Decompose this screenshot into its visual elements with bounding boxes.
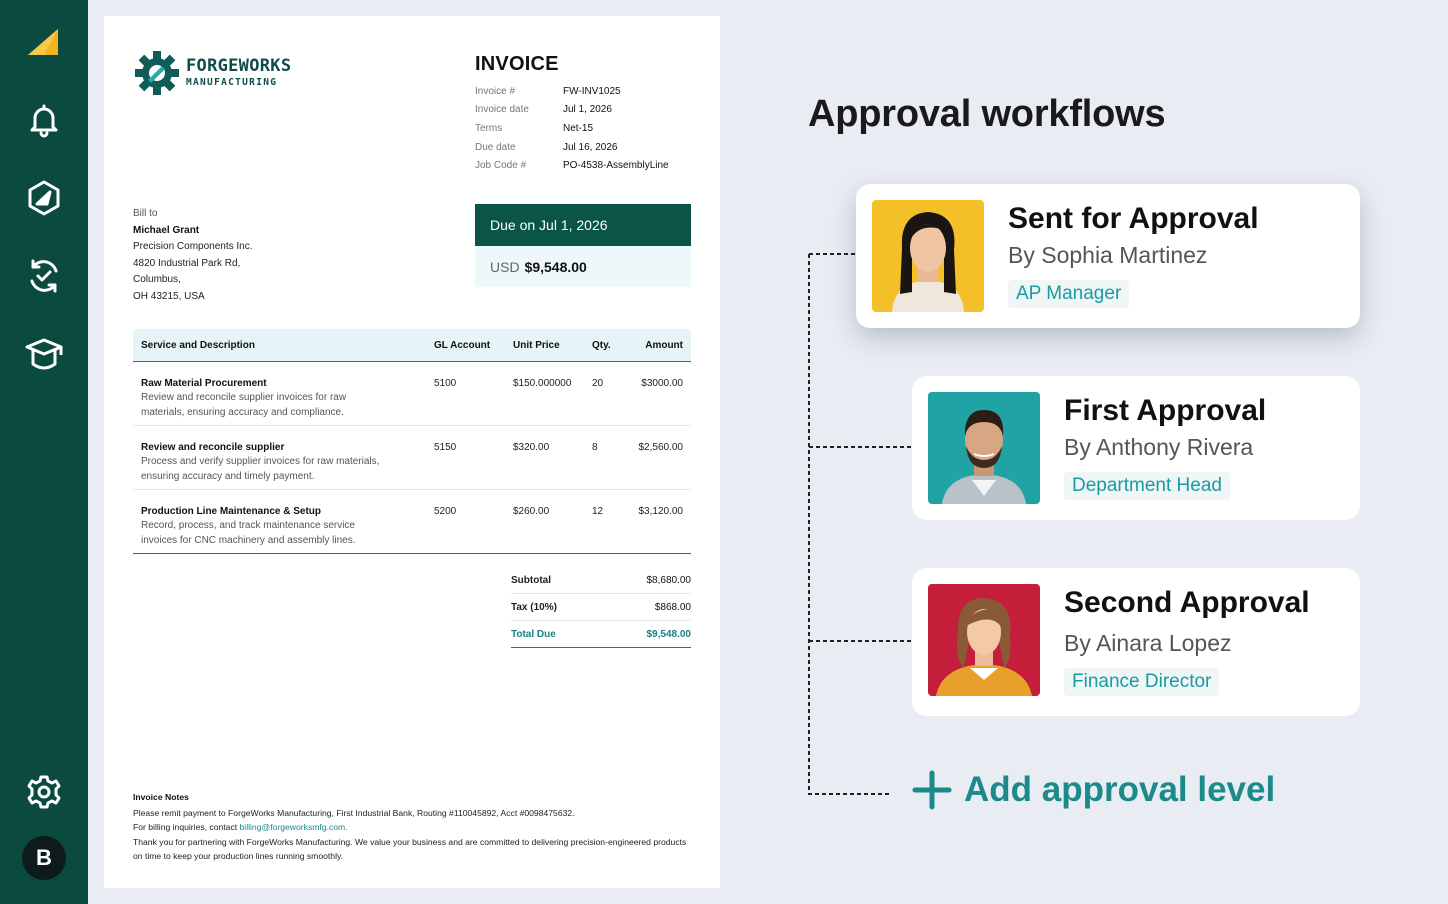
step-title: Sent for Approval — [1008, 202, 1259, 235]
step-role-badge: Finance Director — [1064, 668, 1220, 696]
step-title: Second Approval — [1064, 586, 1310, 619]
add-approval-level-label: Add approval level — [964, 770, 1276, 809]
approval-step-second[interactable]: Second Approval By Ainara Lopez Finance … — [912, 568, 1360, 716]
approver-photo — [928, 392, 1040, 504]
approver-photo — [928, 584, 1040, 696]
step-role-badge: AP Manager — [1008, 280, 1130, 308]
approval-step-first[interactable]: First Approval By Anthony Rivera Departm… — [912, 376, 1360, 520]
step-role-badge: Department Head — [1064, 472, 1230, 500]
step-title: First Approval — [1064, 394, 1267, 427]
add-approval-level-button[interactable]: Add approval level — [912, 770, 1275, 810]
step-approver: By Ainara Lopez — [1064, 630, 1232, 656]
step-approver: By Anthony Rivera — [1064, 434, 1254, 460]
step-approver: By Sophia Martinez — [1008, 242, 1208, 268]
plus-icon — [912, 770, 952, 810]
approval-step-sent[interactable]: Sent for Approval By Sophia Martinez AP … — [856, 184, 1360, 328]
approver-photo — [872, 200, 984, 312]
